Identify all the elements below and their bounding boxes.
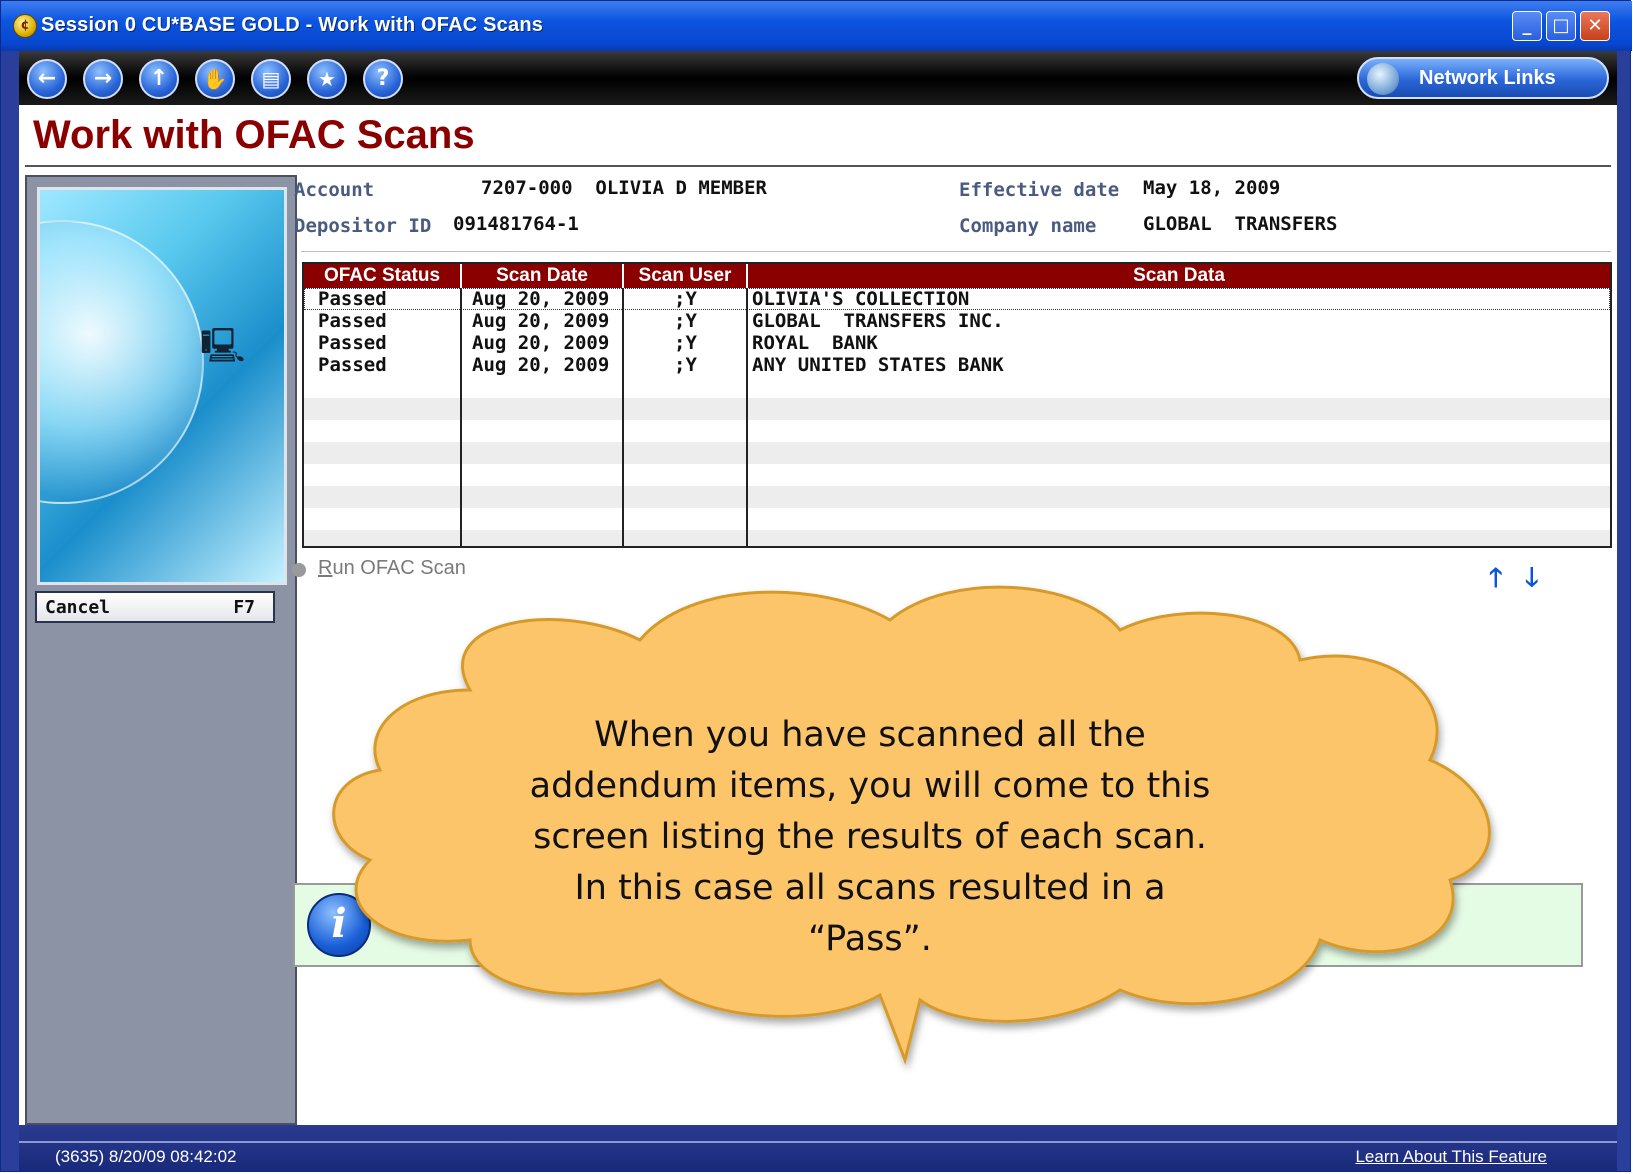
minimize-button[interactable]: _ [1512,11,1542,41]
cell-data: ANY UNITED STATES BANK [752,354,1004,376]
cell-status: Passed [318,332,387,354]
row-stripe [304,398,1610,420]
effective-date-label: Effective date [959,179,1120,201]
column-divider [460,288,462,546]
cell-data: ROYAL BANK [752,332,878,354]
row-stripe [304,442,1610,464]
status-bar: (3635) 8/20/09 08:42:02 Learn About This… [19,1125,1617,1171]
arrow-left-icon: ← [37,66,57,91]
globe-icon [1367,63,1399,95]
column-header-ofac-status[interactable]: OFAC Status [304,264,462,288]
company-name-value: GLOBAL TRANSFERS [1143,213,1338,235]
session-timestamp: (3635) 8/20/09 08:42:02 [55,1147,237,1166]
column-divider [746,288,748,546]
application-window: ¢ Session 0 CU*BASE GOLD - Work with OFA… [0,0,1632,1172]
page-title: Work with OFAC Scans [33,113,475,157]
printer-icon: ▤ [261,67,281,91]
back-button[interactable]: ← [27,59,67,99]
row-stripe [304,530,1610,546]
window-title: Session 0 CU*BASE GOLD - Work with OFAC … [41,14,544,36]
arrow-right-icon: → [93,66,113,91]
column-divider [622,288,624,546]
cell-date: Aug 20, 2009 [472,332,610,354]
stop-button[interactable]: ✋ [195,59,235,99]
title-bar[interactable]: ¢ Session 0 CU*BASE GOLD - Work with OFA… [1,1,1632,51]
company-name-label: Company name [959,215,1097,237]
network-links-label: Network Links [1419,67,1556,89]
computer-icon: 🖳 [200,326,246,366]
cell-status: Passed [318,354,387,376]
info-icon: i [307,893,371,957]
forward-button[interactable]: → [83,59,123,99]
table-row[interactable]: Passed Aug 20, 2009 ;Y OLIVIA'S COLLECTI… [304,288,1610,310]
hand-icon: ✋ [202,67,228,91]
cell-user: ;Y [674,288,697,310]
cell-date: Aug 20, 2009 [472,288,610,310]
left-panel: 🖳 Cancel F7 [25,175,297,1125]
cell-status: Passed [318,288,387,310]
table-header: OFAC Status Scan Date Scan User Scan Dat… [304,264,1610,288]
run-ofac-scan-link[interactable]: Run OFAC Scan [318,557,466,580]
print-button[interactable]: ▤ [251,59,291,99]
cancel-button[interactable]: Cancel F7 [35,591,275,623]
cell-user: ;Y [674,354,697,376]
table-body: Passed Aug 20, 2009 ;Y OLIVIA'S COLLECTI… [304,288,1610,546]
favorites-button[interactable]: ★ [307,59,347,99]
up-button[interactable]: ↑ [139,59,179,99]
cell-date: Aug 20, 2009 [472,310,610,332]
run-scan-label: un OFAC Scan [332,557,466,579]
help-button[interactable]: ? [363,59,403,99]
main-content: Work with OFAC Scans 🖳 Cancel F7 Account… [19,105,1617,1125]
gold-coin-icon[interactable]: ¢ [13,14,37,38]
scroll-down-icon[interactable]: 🡓 [1525,559,1539,603]
row-stripe [304,486,1610,508]
table-row[interactable]: Passed Aug 20, 2009 ;Y GLOBAL TRANSFERS … [304,310,1610,332]
decorative-globe-image: 🖳 [37,187,287,585]
effective-date-value: May 18, 2009 [1143,177,1281,199]
run-scan-accelerator: R [318,557,333,579]
maximize-button[interactable]: □ [1546,11,1576,41]
ofac-scans-table[interactable]: OFAC Status Scan Date Scan User Scan Dat… [302,262,1612,548]
depositor-id-label: Depositor ID [294,215,432,237]
table-row[interactable]: Passed Aug 20, 2009 ;Y ROYAL BANK [304,332,1610,354]
cell-user: ;Y [674,310,697,332]
cell-data: GLOBAL TRANSFERS INC. [752,310,1004,332]
close-button[interactable]: ✕ [1580,11,1610,41]
column-header-scan-data[interactable]: Scan Data [748,264,1610,288]
title-divider [25,165,1611,167]
cell-data: OLIVIA'S COLLECTION [752,288,970,310]
arrow-up-icon: ↑ [149,66,169,91]
cell-user: ;Y [674,332,697,354]
scroll-up-icon[interactable]: 🡑 [1489,559,1503,603]
column-header-scan-date[interactable]: Scan Date [462,264,624,288]
learn-about-feature-link[interactable]: Learn About This Feature [1355,1147,1547,1167]
status-divider [19,1141,1617,1143]
account-label: Account [294,179,375,201]
column-header-scan-user[interactable]: Scan User [624,264,748,288]
cell-status: Passed [318,310,387,332]
question-icon: ? [376,66,390,91]
network-links-button[interactable]: Network Links [1357,57,1609,99]
cancel-label: Cancel [45,597,111,618]
callout-text: When you have scanned all the addendum i… [529,715,1211,959]
star-icon: ★ [318,67,336,91]
depositor-id-value: 091481764-1 [453,213,579,235]
header-divider [301,251,1611,252]
cancel-shortcut: F7 [233,597,255,618]
run-scan-bullet-icon [292,563,306,577]
cell-date: Aug 20, 2009 [472,354,610,376]
table-row[interactable]: Passed Aug 20, 2009 ;Y ANY UNITED STATES… [304,354,1610,376]
account-value: 7207-000 OLIVIA D MEMBER [481,177,767,199]
toolbar: ← → ↑ ✋ ▤ ★ ? Network Links [19,51,1617,105]
